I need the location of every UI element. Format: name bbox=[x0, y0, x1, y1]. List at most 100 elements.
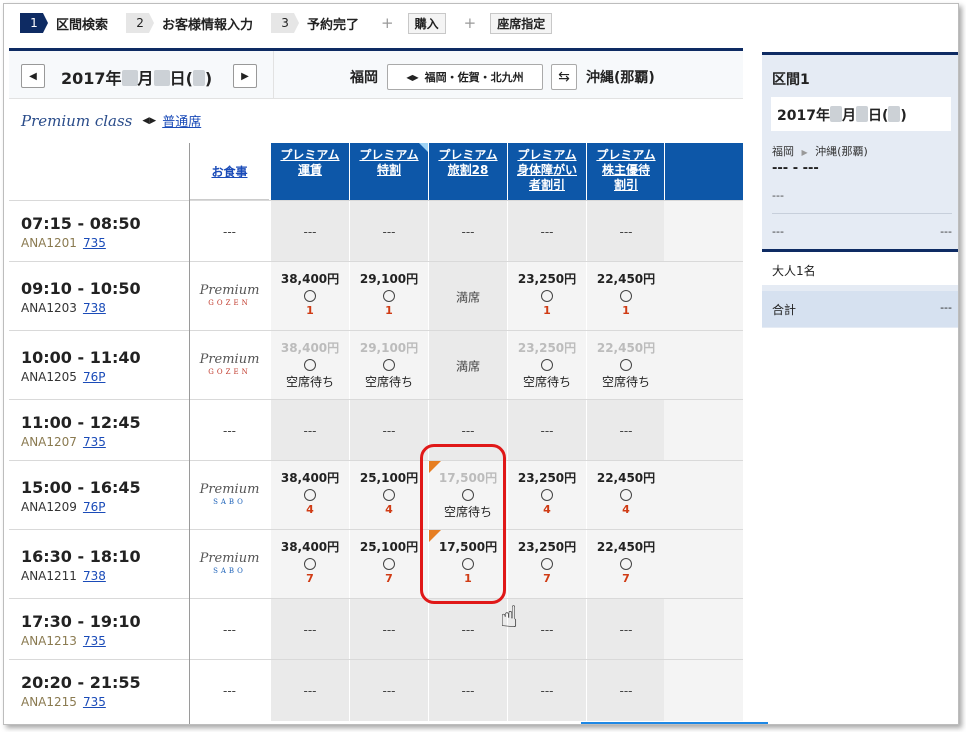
meal-header-link[interactable]: お食事 bbox=[211, 163, 247, 180]
blank-column-cell bbox=[664, 461, 743, 530]
availability-circle-icon bbox=[541, 290, 553, 302]
meal-column-divider bbox=[189, 143, 190, 724]
fare-cell[interactable]: 38,400円 1 bbox=[270, 262, 349, 331]
premium-meal-logo[interactable]: Premium SABO bbox=[200, 552, 260, 577]
flight-number: ANA1207 bbox=[21, 434, 77, 449]
step-1: 1 区間検索 bbox=[20, 13, 108, 33]
seats-remaining: 7 bbox=[306, 572, 314, 585]
fare-cell[interactable]: 25,100円 7 bbox=[349, 530, 428, 599]
flight-time: 07:15 - 08:50 bbox=[21, 213, 141, 233]
fare-header-line: 運賃 bbox=[297, 163, 322, 177]
segment-flight: --- bbox=[772, 189, 784, 202]
unavailable-dash: --- bbox=[461, 622, 475, 637]
unavailable-dash: --- bbox=[619, 683, 633, 698]
fare-cell[interactable]: 23,250円 1 bbox=[507, 262, 586, 331]
flight-time: 16:30 - 18:10 bbox=[21, 546, 141, 566]
class-selector: Premium class ◀▶ 普通席 bbox=[21, 111, 201, 131]
aircraft-type-link[interactable]: 735 bbox=[83, 435, 106, 449]
swap-arrows-icon: ◀▶ bbox=[406, 72, 419, 82]
fare-cell: --- bbox=[507, 400, 586, 461]
unavailable-dash: --- bbox=[619, 622, 633, 637]
waitlist-label: 空席待ち bbox=[601, 375, 650, 389]
meal-logo-subtitle: GOZEN bbox=[208, 367, 251, 376]
flight-time: 11:00 - 12:45 bbox=[21, 412, 141, 432]
fare-header-line: 者割引 bbox=[528, 178, 565, 192]
fare-cell: --- bbox=[270, 660, 349, 721]
segment-fare-value: --- bbox=[940, 225, 952, 238]
availability-circle-icon bbox=[304, 359, 316, 371]
meal-none: --- bbox=[223, 224, 236, 239]
flight-row: 11:00 - 12:45 ANA1207 735 --- --- --- --- --- --… bbox=[9, 399, 743, 461]
passenger-count: 大人1名 bbox=[772, 264, 816, 278]
availability-circle-icon bbox=[383, 558, 395, 570]
fare-cell[interactable]: 29,100円 1 bbox=[349, 262, 428, 331]
economy-class-link[interactable]: 普通席 bbox=[162, 111, 201, 130]
swap-route-button[interactable]: ⇆ bbox=[551, 64, 577, 90]
aircraft-type-link[interactable]: 738 bbox=[83, 301, 106, 315]
fare-cell[interactable]: 22,450円 7 bbox=[586, 530, 665, 599]
redacted-day bbox=[855, 106, 868, 122]
fare-cell[interactable]: 38,400円 4 bbox=[270, 461, 349, 530]
segment-date-month: 月 bbox=[841, 108, 856, 124]
next-day-button[interactable]: ▶ bbox=[233, 64, 257, 88]
fare-cell[interactable]: 25,100円 4 bbox=[349, 461, 428, 530]
fare-cell[interactable]: 22,450円 4 bbox=[586, 461, 665, 530]
availability-circle-icon bbox=[304, 558, 316, 570]
seats-remaining: 1 bbox=[543, 304, 551, 317]
fare-cell[interactable]: 23,250円 4 bbox=[507, 461, 586, 530]
premium-meal-logo[interactable]: Premium GOZEN bbox=[199, 282, 260, 309]
availability-circle-icon bbox=[620, 290, 632, 302]
seats-remaining: 4 bbox=[385, 503, 393, 516]
fare-header-line: 株主優待 bbox=[601, 163, 650, 177]
meal-logo-text: Premium bbox=[199, 282, 260, 298]
unavailable-dash: --- bbox=[382, 224, 396, 239]
origin-label: 福岡 bbox=[350, 70, 378, 86]
blank-column-cell bbox=[664, 599, 743, 660]
aircraft-type-link[interactable]: 735 bbox=[83, 634, 106, 648]
fare-header-5[interactable]: プレミアム 株主優待 割引 bbox=[586, 143, 665, 200]
fare-cell[interactable]: 38,400円 7 bbox=[270, 530, 349, 599]
aircraft-type-link[interactable]: 735 bbox=[83, 236, 106, 250]
fare-cell: --- bbox=[270, 201, 349, 262]
fare-cell[interactable]: 22,450円 空席待ち bbox=[586, 331, 665, 400]
blank-column-cell bbox=[664, 331, 743, 400]
flight-number-line: ANA1211 738 bbox=[21, 569, 106, 583]
fare-cell[interactable]: 29,100円 空席待ち bbox=[349, 331, 428, 400]
fare-header-1[interactable]: プレミアム 運賃 bbox=[270, 143, 349, 200]
airport-selector-label: 福岡・佐賀・北九州 bbox=[424, 71, 524, 84]
unavailable-dash: --- bbox=[540, 683, 554, 698]
aircraft-type-link[interactable]: 735 bbox=[83, 695, 106, 709]
fare-cell[interactable]: 23,250円 7 bbox=[507, 530, 586, 599]
premium-meal-logo[interactable]: Premium SABO bbox=[200, 483, 260, 508]
fare-price: 23,250円 bbox=[517, 471, 577, 485]
blank-column-cell bbox=[664, 530, 743, 599]
premium-meal-logo[interactable]: Premium GOZEN bbox=[200, 353, 260, 378]
airport-selector[interactable]: ◀▶ 福岡・佐賀・北九州 bbox=[387, 64, 543, 90]
unavailable-dash: --- bbox=[303, 423, 317, 438]
aircraft-type-link[interactable]: 76P bbox=[83, 370, 106, 384]
total-value: --- bbox=[940, 301, 952, 314]
unavailable-dash: --- bbox=[382, 622, 396, 637]
aircraft-type-link[interactable]: 76P bbox=[83, 500, 106, 514]
prev-day-button[interactable]: ◀ bbox=[21, 64, 45, 88]
availability-circle-icon bbox=[620, 489, 632, 501]
flight-number-line: ANA1213 735 bbox=[21, 634, 106, 648]
fare-cell: --- bbox=[507, 201, 586, 262]
fare-cell[interactable]: 22,450円 1 bbox=[586, 262, 665, 331]
fare-header-line: プレミアム bbox=[280, 148, 340, 162]
fare-cell[interactable]: 23,250円 空席待ち bbox=[507, 331, 586, 400]
segment-date-close: ) bbox=[900, 108, 907, 124]
seats-remaining: 4 bbox=[622, 503, 630, 516]
unavailable-dash: --- bbox=[619, 224, 633, 239]
plus-icon: + bbox=[463, 14, 477, 32]
fare-header-3[interactable]: プレミアム 旅割28 bbox=[428, 143, 507, 200]
availability-circle-icon bbox=[541, 558, 553, 570]
flight-time: 09:10 - 10:50 bbox=[21, 278, 141, 298]
fare-header-2[interactable]: プレミアム 特割 bbox=[349, 143, 428, 200]
seats-remaining: 4 bbox=[306, 503, 314, 516]
fare-header-4[interactable]: プレミアム 身体障がい 者割引 bbox=[507, 143, 586, 200]
step-number: 2 bbox=[126, 13, 155, 33]
fare-cell[interactable]: 38,400円 空席待ち bbox=[270, 331, 349, 400]
aircraft-type-link[interactable]: 738 bbox=[83, 569, 106, 583]
flight-number: ANA1203 bbox=[21, 300, 77, 315]
